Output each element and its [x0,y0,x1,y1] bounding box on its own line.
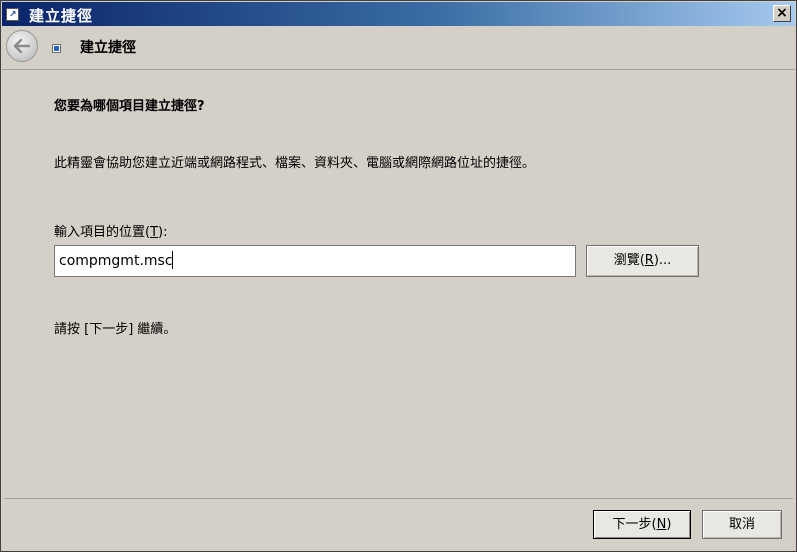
wizard-description: 此精靈會協助您建立近端或網路程式、檔案、資料夾、電腦或網際網路位址的捷徑。 [54,156,536,171]
browse-label-accesskey: R [644,253,654,268]
create-shortcut-dialog: ↗ 建立捷徑 × 建立捷徑 您要為哪個項目建立捷徑? 此精靈會協助您建立近端或網… [0,0,797,552]
next-label-prefix: 下一步( [612,517,657,532]
location-label-prefix: 輸入項目的位置( [54,225,151,240]
next-label-suffix: ) [666,517,672,532]
wizard-header: 建立捷徑 [2,26,795,70]
next-button[interactable]: 下一步(N) [593,510,691,539]
cancel-button[interactable]: 取消 [702,510,782,539]
title-bar[interactable]: ↗ 建立捷徑 × [2,2,795,26]
location-input[interactable] [54,245,576,277]
wizard-title: 建立捷徑 [80,40,136,56]
browse-button[interactable]: 瀏覽(R)... [586,245,699,277]
back-button[interactable] [6,30,38,62]
location-label: 輸入項目的位置(T): [54,221,167,240]
shortcut-icon: ↗ [6,8,19,21]
close-button[interactable]: × [773,5,791,22]
location-label-suffix: ): [158,225,168,240]
browse-label-prefix: 瀏覽( [613,253,645,268]
browse-label-suffix: )... [653,253,672,268]
window-title: 建立捷徑 [29,7,94,25]
back-arrow-icon [13,38,31,54]
continue-instruction: 請按 [下一步] 繼續。 [54,322,177,337]
location-label-accesskey: T [150,225,159,240]
text-caret [172,251,173,269]
shortcut-small-icon [52,44,61,53]
next-label-accesskey: N [656,517,667,532]
wizard-content: 您要為哪個項目建立捷徑? 此精靈會協助您建立近端或網路程式、檔案、資料夾、電腦或… [4,70,793,499]
wizard-footer: 下一步(N) 取消 [2,499,795,551]
close-icon: × [776,5,788,21]
question-heading: 您要為哪個項目建立捷徑? [54,99,205,114]
